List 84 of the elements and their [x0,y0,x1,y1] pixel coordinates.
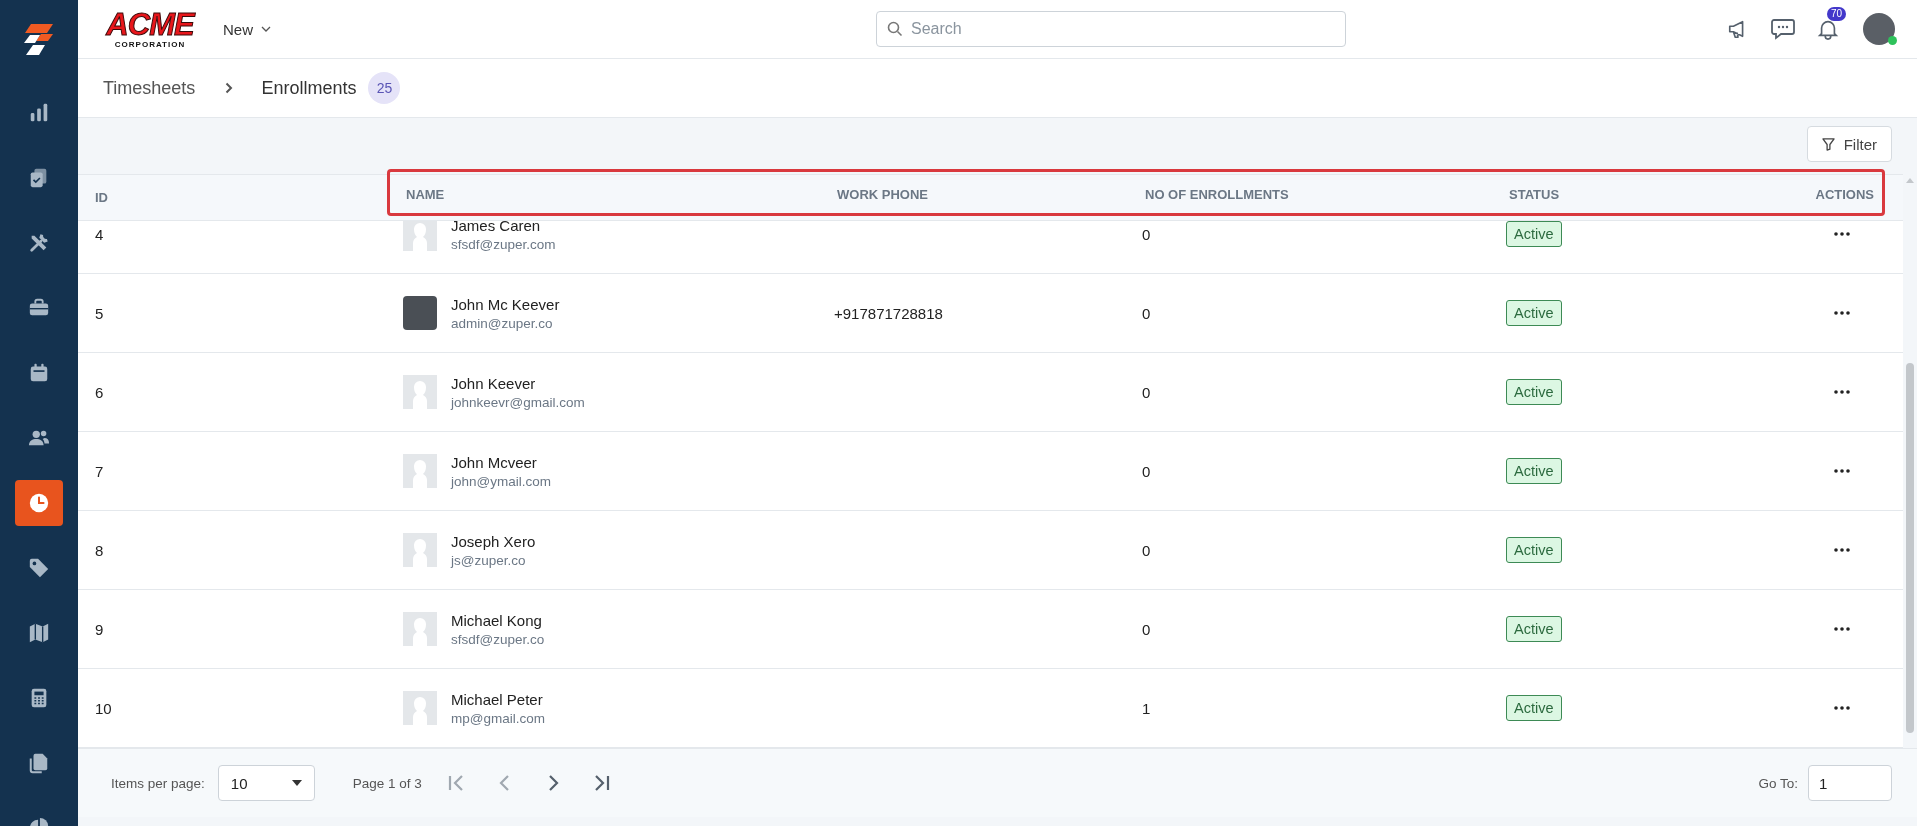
column-header: WORK PHONE [837,187,929,202]
enrollment-count: 1 [1142,699,1151,717]
enrollment-count: 0 [1142,304,1151,322]
avatar-placeholder-icon [403,691,437,725]
logo-subtitle: CORPORATION [114,41,186,49]
id-cell-text: 8 [94,541,105,559]
tag-icon [28,556,50,579]
search-field[interactable]: Search [876,11,1346,47]
avatar-placeholder-icon [403,612,437,646]
breadcrumb-link[interactable]: Timesheets [103,77,196,99]
status-badge: Active [1506,300,1562,326]
user-email: sfsdf@zuper.com [451,236,556,252]
status-badge: Active [1506,695,1562,721]
go-to-label: Go To: [1758,775,1798,791]
items-per-page-select[interactable]: 10 [217,765,315,801]
id-cell-text: 10 [94,699,113,717]
user-email: sfsdf@zuper.co [451,631,545,647]
more-options-icon[interactable] [1834,311,1850,315]
tools-icon [28,231,50,254]
enrollment-count: 0 [1142,462,1151,480]
column-header: STATUS [1509,187,1561,202]
bar-chart-icon [28,101,50,124]
go-to-field[interactable]: 1 [1808,765,1892,801]
status-badge: Active [1506,616,1562,642]
avatar-placeholder-icon [403,454,437,488]
photo-placeholder [403,296,437,330]
logo-title: ACME [106,9,194,40]
user-email: admin@zuper.co [451,315,554,331]
enrollment-count: 0 [1142,383,1151,401]
calendar-icon [28,361,50,384]
more-options-icon[interactable] [1834,232,1850,236]
avatar-placeholder-icon [403,533,437,567]
scrollbar-thumb[interactable] [1906,363,1914,733]
chevron-down-icon [261,26,271,32]
filter-button[interactable]: Filter [1806,126,1892,162]
user-email: mp@gmail.com [451,710,545,726]
more-options-icon[interactable] [1834,706,1850,710]
column-header: ID [95,190,109,205]
phone-cell: +917871728818 [834,304,943,322]
enrollment-count: 0 [1142,541,1151,559]
id-cell-text: 7 [94,462,105,480]
documents-icon [28,751,50,774]
bell-icon[interactable] [1817,18,1839,40]
column-header: NO OF ENROLLMENTS [1145,187,1290,202]
status-badge: Active [1506,379,1562,405]
items-per-page-label: Items per page: [111,775,205,791]
more-options-icon[interactable] [1834,390,1850,394]
clock-icon [28,491,50,514]
count-badge: 25 [368,72,401,104]
sidebar-item[interactable] [15,479,63,526]
filter-icon [1821,137,1835,151]
page-info: Page 1 of 3 [352,775,422,791]
user-name[interactable]: John Keever [451,374,585,392]
more-options-icon[interactable] [1834,469,1850,473]
user-name[interactable]: Joseph Xero [451,532,536,550]
chevron-right-icon [225,82,234,94]
id-cell-text: 6 [94,383,105,401]
id-cell-text: 4 [94,225,105,243]
status-badge: Active [1506,221,1562,247]
chat-icon[interactable] [1771,18,1795,40]
new-menu[interactable]: New [219,16,275,42]
user-name[interactable]: John Mc Keever [451,295,560,313]
user-name[interactable]: Michael Kong [451,611,545,629]
user-name[interactable]: John Mcveer [451,453,551,471]
notification-count: 70 [1827,7,1847,21]
status-badge: Active [1506,458,1562,484]
user-name[interactable]: Michael Peter [451,690,545,708]
avatar-placeholder-icon [403,375,437,409]
id-cell-text: 9 [94,620,105,638]
column-header: NAME [406,187,446,202]
caret-icon [291,780,302,786]
enrollment-count: 0 [1142,225,1151,243]
enrollment-count: 0 [1142,620,1151,638]
status-badge: Active [1506,537,1562,563]
id-cell-text: 5 [94,304,105,322]
more-options-icon[interactable] [1834,548,1850,552]
user-email: john@ymail.com [451,473,551,489]
user-email: js@zuper.co [451,552,527,568]
map-icon [28,621,50,644]
user-email: johnkeevr@gmail.com [451,394,585,410]
column-header: ACTIONS [1815,187,1874,202]
page-title: Enrollments [261,77,357,99]
user-avatar[interactable] [1863,13,1895,45]
more-options-icon[interactable] [1834,627,1850,631]
